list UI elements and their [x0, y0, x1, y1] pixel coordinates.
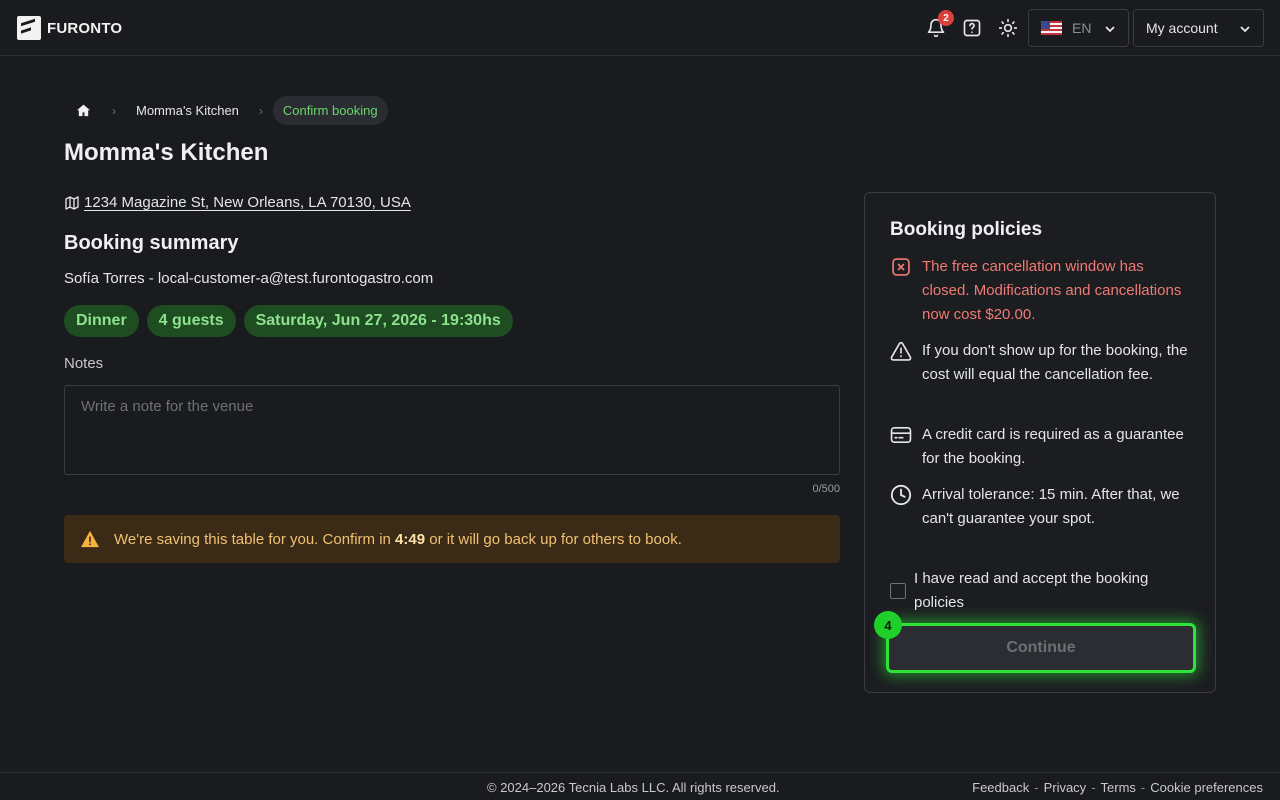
help-button[interactable] [960, 16, 984, 40]
meal-chip: Dinner [64, 305, 139, 337]
hold-alert-text: We're saving this table for you. Confirm… [114, 530, 682, 548]
chevron-down-icon [1105, 26, 1115, 33]
footer-links: Feedback - Privacy - Terms - Cookie pref… [972, 780, 1263, 795]
logo-mark-icon [17, 16, 41, 40]
account-label: My account [1146, 20, 1218, 36]
policy-text: If you don't show up for the booking, th… [922, 342, 1188, 383]
hold-timer: 4:49 [395, 530, 426, 548]
address-link[interactable]: 1234 Magazine St, New Orleans, LA 70130,… [84, 194, 411, 211]
logo-text: FURONTO [47, 19, 123, 37]
policy-arrival-tolerance: Arrival tolerance: 15 min. After that, w… [890, 483, 1195, 531]
breadcrumb-venue[interactable]: Momma's Kitchen [126, 103, 249, 118]
booking-chips: Dinner 4 guests Saturday, Jun 27, 2026 -… [64, 305, 513, 337]
hold-timer-alert: We're saving this table for you. Confirm… [64, 515, 840, 563]
notes-textarea[interactable] [64, 385, 840, 475]
us-flag-icon [1041, 21, 1062, 35]
footer: © 2024–2026 Tecnia Labs LLC. All rights … [0, 772, 1280, 800]
warning-icon [890, 341, 912, 361]
notification-count-badge: 2 [938, 10, 954, 26]
datetime-chip: Saturday, Jun 27, 2026 - 19:30hs [243, 305, 513, 337]
x-square-icon [892, 258, 910, 276]
footer-separator: - [1140, 780, 1146, 795]
home-icon [76, 104, 90, 117]
copyright: © 2024–2026 Tecnia Labs LLC. All rights … [487, 780, 780, 795]
booking-summary-title: Booking summary [64, 232, 239, 254]
language-label: EN [1072, 20, 1092, 36]
continue-button[interactable]: Continue [886, 623, 1196, 673]
warning-triangle-icon [81, 530, 99, 548]
chevron-down-icon [1240, 26, 1250, 33]
policy-credit-card: A credit card is required as a guarantee… [890, 423, 1195, 471]
privacy-link[interactable]: Privacy [1044, 780, 1087, 795]
logo[interactable]: FURONTO [17, 16, 122, 40]
customer-info: Sofía Torres - local-customer-a@test.fur… [64, 270, 434, 287]
breadcrumb-separator: › [258, 103, 263, 118]
venue-address: 1234 Magazine St, New Orleans, LA 70130,… [64, 194, 411, 211]
accept-policies-label: I have read and accept the booking polic… [914, 570, 1149, 611]
feedback-link[interactable]: Feedback [972, 780, 1029, 795]
guests-chip: 4 guests [146, 305, 236, 337]
breadcrumb-home[interactable] [64, 96, 102, 125]
my-account-menu[interactable]: My account [1133, 9, 1264, 47]
booking-policies-card: Booking policies The free cancellation w… [864, 192, 1216, 693]
footer-separator: - [1034, 780, 1039, 795]
step-number-badge: 4 [874, 611, 902, 639]
notes-label: Notes [64, 355, 104, 372]
terms-link[interactable]: Terms [1101, 780, 1136, 795]
clock-icon [890, 484, 912, 506]
theme-toggle-button[interactable] [996, 16, 1020, 40]
credit-card-icon [890, 426, 912, 444]
help-icon [963, 19, 981, 37]
map-icon [65, 195, 79, 210]
notes-char-counter: 0/500 [812, 483, 840, 495]
breadcrumb-separator: › [112, 103, 116, 118]
page-title: Momma's Kitchen [64, 139, 269, 166]
policy-no-show: If you don't show up for the booking, th… [890, 339, 1195, 387]
sun-icon [998, 18, 1018, 38]
policy-cancellation: The free cancellation window has closed.… [890, 255, 1195, 327]
top-bar: FURONTO 2 EN My account [0, 0, 1280, 56]
policies-title: Booking policies [890, 219, 1043, 240]
breadcrumb: › Momma's Kitchen › Confirm booking [64, 96, 388, 125]
language-select[interactable]: EN [1028, 9, 1129, 47]
notifications-button[interactable]: 2 [924, 10, 954, 40]
breadcrumb-current: Confirm booking [272, 96, 388, 125]
policy-text: A credit card is required as a guarantee… [922, 426, 1184, 467]
footer-separator: - [1091, 780, 1096, 795]
cookie-preferences-link[interactable]: Cookie preferences [1150, 780, 1263, 795]
accept-policies-checkbox[interactable] [890, 583, 906, 599]
policy-text: The free cancellation window has closed.… [922, 258, 1182, 323]
accept-policies-row[interactable]: I have read and accept the booking polic… [890, 567, 1195, 615]
policy-text: Arrival tolerance: 15 min. After that, w… [922, 486, 1180, 527]
